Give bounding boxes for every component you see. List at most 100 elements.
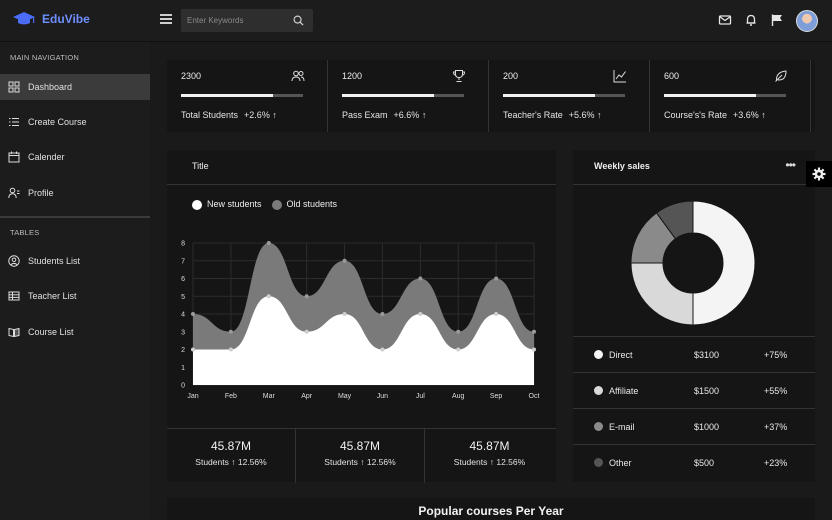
sales-change: +37%: [764, 422, 788, 432]
data-point[interactable]: [266, 294, 271, 299]
legend-dot: [192, 199, 202, 210]
stat-card-teacher-rate: 200 Teacher's Rate +5.6% ↑: [489, 60, 650, 132]
stat-value: 200: [503, 71, 519, 81]
legend-label: New students: [207, 199, 262, 209]
sidebar-item-profile[interactable]: Profile: [0, 180, 150, 206]
y-tick-label: 8: [181, 241, 185, 248]
sidebar-item-teacher-list[interactable]: Teacher List: [0, 283, 150, 309]
data-point[interactable]: [456, 329, 461, 334]
stat-change: +6.6%: [393, 110, 420, 120]
footer-stat-label: Students: [453, 457, 488, 467]
arrow-up-icon: ↑: [421, 110, 427, 120]
chart-card-title: Title: [192, 161, 209, 171]
sidebar: MAIN NAVIGATION Dashboard Create Course …: [0, 42, 150, 520]
sidebar-item-label: Students List: [28, 256, 81, 266]
bell-icon[interactable]: [744, 13, 758, 27]
sales-dot: [594, 458, 603, 467]
search-box: [181, 9, 313, 32]
sales-change: +55%: [764, 386, 788, 396]
data-point[interactable]: [228, 329, 233, 334]
app-name: EduVibe: [42, 12, 90, 26]
main-navigation-heading: MAIN NAVIGATION: [10, 53, 79, 62]
list-icon: [9, 118, 19, 126]
sales-row-direct: Direct $3100 +75%: [573, 336, 815, 372]
data-point[interactable]: [380, 347, 385, 352]
data-point[interactable]: [266, 241, 271, 245]
sidebar-item-students-list[interactable]: Students List: [0, 248, 150, 274]
data-point[interactable]: [532, 329, 536, 334]
data-point[interactable]: [342, 258, 347, 263]
footer-stat-row: Students ↑ 12.56%: [425, 457, 554, 467]
stat-label: Teacher's Rate: [503, 110, 563, 120]
stat-change: +2.6%: [244, 110, 270, 120]
sidebar-item-create-course[interactable]: Create Course: [0, 109, 150, 135]
arrow-up-icon: ↑: [231, 457, 236, 467]
stat-label: Course's's Rate: [664, 110, 727, 120]
menu-toggle-icon[interactable]: [160, 14, 172, 26]
mail-icon[interactable]: [718, 13, 732, 27]
data-point[interactable]: [380, 312, 385, 316]
data-point[interactable]: [342, 312, 347, 316]
settings-button[interactable]: [806, 161, 832, 187]
legend-item-new-students[interactable]: New students: [192, 199, 262, 210]
stat-progress: [181, 94, 303, 97]
sidebar-item-calender[interactable]: Calender: [0, 144, 150, 170]
flag-icon[interactable]: [770, 13, 784, 27]
x-tick-label: Sep: [490, 393, 503, 400]
x-tick-label: Mar: [263, 393, 276, 400]
sales-name: E-mail: [609, 422, 635, 432]
table-icon: [8, 291, 20, 301]
line-chart-icon: [613, 70, 626, 83]
users-icon: [291, 70, 305, 82]
donut-slice-direct[interactable]: [692, 200, 756, 326]
divider: [573, 184, 815, 185]
footer-stat-row: Students ↑ 12.56%: [167, 457, 295, 467]
sidebar-item-dashboard[interactable]: Dashboard: [0, 74, 150, 100]
search-input[interactable]: [187, 13, 287, 28]
data-point[interactable]: [191, 347, 195, 352]
arrow-up-icon: ↑: [360, 457, 365, 467]
avatar[interactable]: [796, 10, 818, 32]
stat-label-row: Pass Exam +6.6% ↑: [342, 110, 426, 120]
y-tick-label: 7: [181, 258, 185, 265]
data-point[interactable]: [191, 312, 195, 316]
sales-amount: $500: [694, 458, 715, 468]
data-point[interactable]: [418, 276, 423, 281]
data-point[interactable]: [304, 294, 309, 299]
search-icon[interactable]: [293, 15, 304, 26]
data-point[interactable]: [456, 347, 461, 352]
sales-name: Affiliate: [609, 386, 639, 396]
stat-label-row: Total Students +2.6% ↑: [181, 110, 277, 120]
footer-stat-row: Students ↑ 12.56%: [296, 457, 424, 467]
footer-stat-change: 12.56%: [237, 457, 267, 467]
sales-dot: [594, 422, 603, 431]
sidebar-item-label: Teacher List: [28, 291, 77, 301]
logo[interactable]: EduVibe: [12, 11, 90, 27]
data-point[interactable]: [494, 312, 499, 316]
x-tick-label: Jun: [377, 393, 388, 400]
weekly-sales-title: Weekly sales: [594, 161, 650, 171]
footer-stat-label: Students: [324, 457, 358, 467]
x-tick-label: Aug: [452, 393, 465, 400]
data-point[interactable]: [494, 276, 499, 281]
arrow-up-icon: ↑: [489, 457, 494, 467]
data-point[interactable]: [418, 312, 423, 316]
sales-amount: $1500: [694, 386, 720, 396]
sidebar-item-label: Create Course: [28, 117, 87, 127]
donut-slice-affiliate[interactable]: [630, 262, 694, 326]
data-point[interactable]: [228, 347, 233, 352]
data-point[interactable]: [304, 329, 309, 334]
calendar-icon: [8, 151, 20, 163]
sidebar-item-course-list[interactable]: Course List: [0, 319, 150, 345]
data-point[interactable]: [532, 347, 536, 352]
sidebar-item-label: Dashboard: [28, 82, 73, 92]
footer-stat: 45.87M Students ↑ 12.56%: [296, 429, 425, 483]
x-tick-label: Jan: [187, 393, 198, 400]
legend-item-old-students[interactable]: Old students: [271, 199, 337, 210]
chart-footer: 45.87M Students ↑ 12.56% 45.87M Students…: [167, 428, 556, 483]
more-options-icon[interactable]: •••: [785, 158, 796, 172]
popular-courses-card: Popular courses Per Year: [167, 498, 815, 520]
book-icon: [8, 327, 20, 338]
user-icon: [8, 187, 20, 199]
stat-value: 600: [664, 71, 680, 81]
